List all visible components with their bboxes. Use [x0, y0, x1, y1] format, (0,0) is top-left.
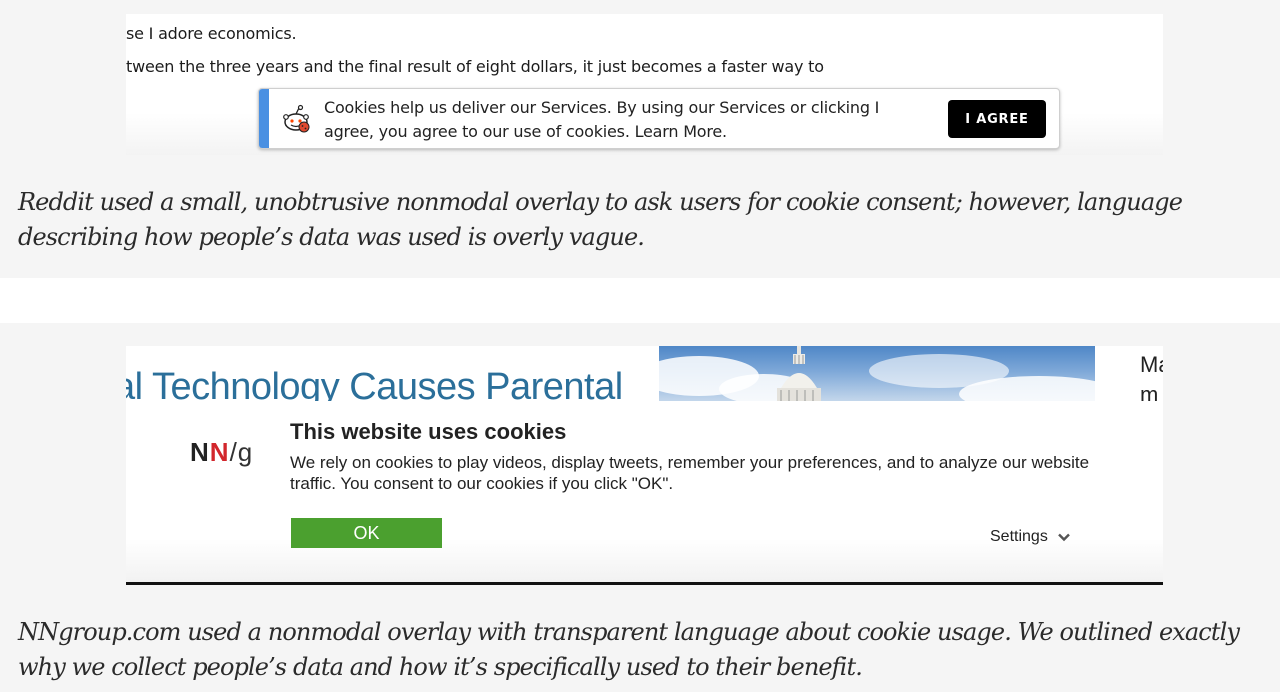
article-line: tween the three years and the final resu… [126, 57, 824, 76]
figure-caption: Reddit used a small, unobtrusive nonmoda… [18, 188, 1183, 251]
nngroup-logo: NN/g [190, 437, 254, 467]
cookie-message: Cookies help us deliver our Services. By… [324, 98, 880, 141]
reddit-cookie-banner: Cookies help us deliver our Services. By… [258, 88, 1060, 149]
cookie-banner-body: We rely on cookies to play videos, displ… [290, 453, 1090, 493]
figure-nngroup: al Technology Causes Parental M m NN/g T… [0, 323, 1280, 692]
nngroup-screenshot: al Technology Causes Parental M m NN/g T… [126, 346, 1163, 585]
settings-label: Settings [990, 528, 1048, 545]
capitol-photo [659, 346, 1095, 402]
figure-caption: NNgroup.com used a nonmodal overlay with… [18, 618, 1240, 681]
reddit-screenshot: se I adore economics. tween the three ye… [126, 14, 1163, 155]
cookie-banner-title: This website uses cookies [290, 419, 567, 444]
capitol-dome-icon [777, 346, 821, 402]
settings-dropdown[interactable]: Settings [990, 528, 1070, 546]
banner-accent-stripe [259, 89, 269, 148]
figure-reddit: se I adore economics. tween the three ye… [0, 0, 1280, 278]
nngroup-cookie-banner: NN/g This website uses cookies We rely o… [126, 401, 1163, 585]
i-agree-button[interactable]: I AGREE [948, 100, 1046, 138]
divider [126, 582, 1163, 585]
ok-button[interactable]: OK [291, 518, 442, 548]
reddit-snoo-cookie-icon [283, 104, 310, 133]
article-line: se I adore economics. [126, 24, 297, 43]
chevron-down-icon [1057, 533, 1070, 541]
